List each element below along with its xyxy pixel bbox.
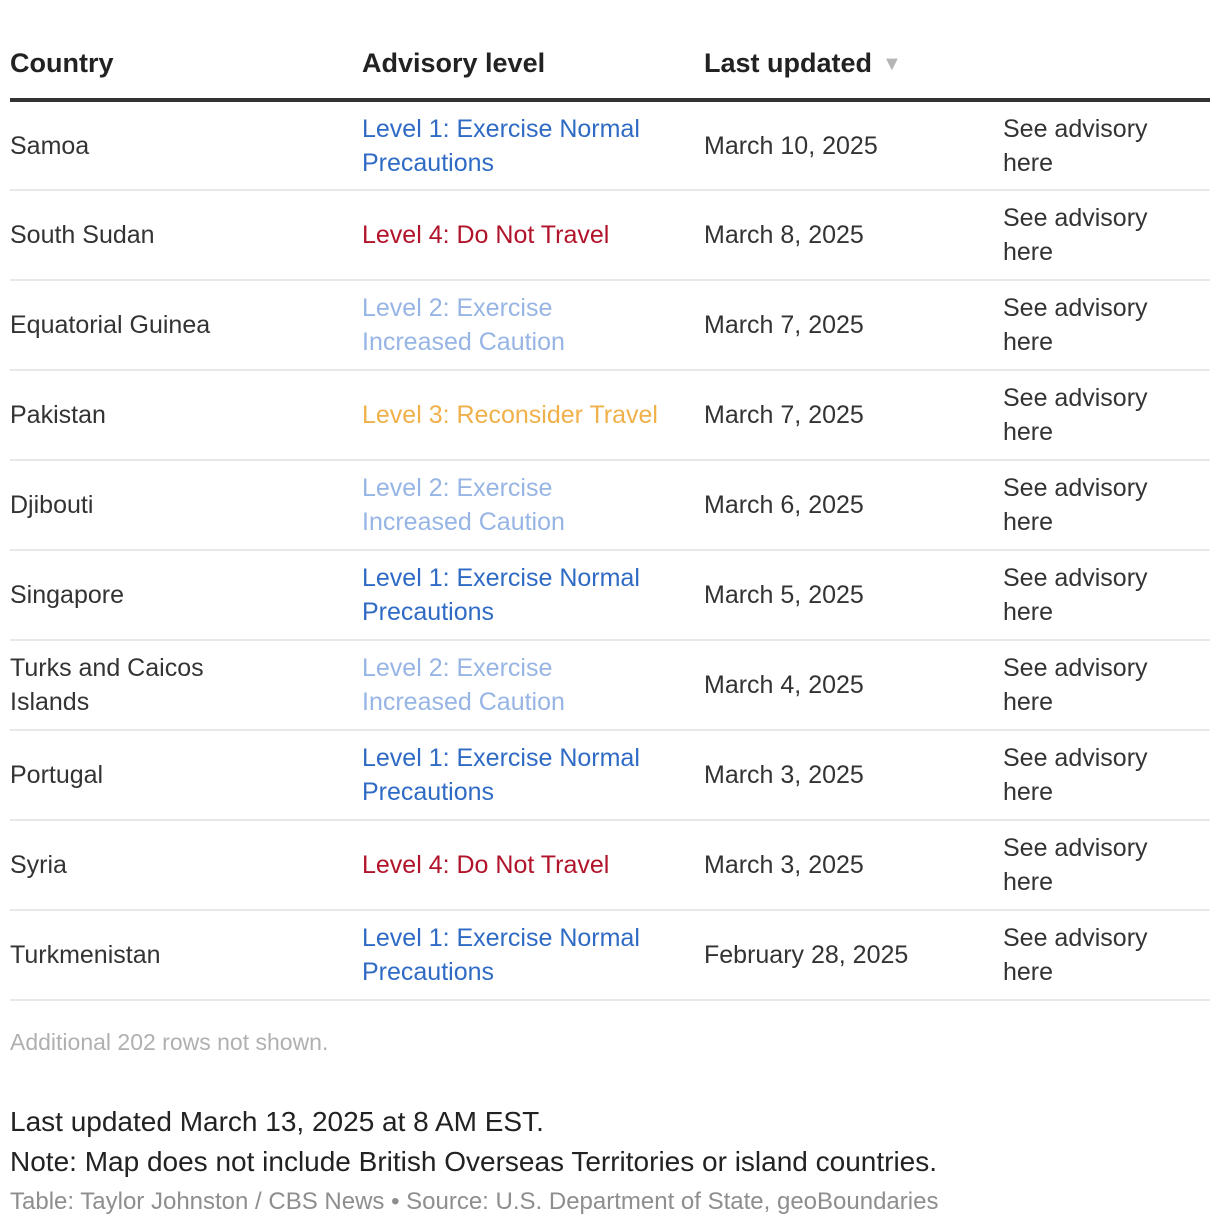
country-cell: Singapore — [10, 550, 362, 641]
header-last-updated[interactable]: Last updated ▼ — [704, 0, 1003, 102]
table-row: Portugal Level 1: Exercise Normal Precaut… — [10, 730, 1210, 821]
advisory-level-cell[interactable]: Level 2: Exercise Increased Caution — [362, 640, 704, 731]
advisory-level-cell[interactable]: Level 1: Exercise Normal Precautions — [362, 730, 704, 821]
see-advisory-link[interactable]: See advisory here — [1003, 280, 1210, 371]
advisory-level-cell[interactable]: Level 2: Exercise Increased Caution — [362, 460, 704, 551]
date-cell: March 3, 2025 — [704, 730, 1003, 821]
table-row: Samoa Level 1: Exercise Normal Precaution… — [10, 100, 1210, 191]
table-header-row: Country Advisory level Last updated ▼ — [10, 0, 1210, 102]
sort-descending-icon[interactable]: ▼ — [882, 53, 902, 75]
table-row: Turkmenistan Level 1: Exercise Normal Pre… — [10, 910, 1210, 1001]
date-cell: March 7, 2025 — [704, 370, 1003, 461]
date-cell: March 6, 2025 — [704, 460, 1003, 551]
table-row: Singapore Level 1: Exercise Normal Precau… — [10, 550, 1210, 641]
advisory-level-cell[interactable]: Level 3: Reconsider Travel — [362, 370, 704, 461]
date-cell: March 8, 2025 — [704, 190, 1003, 281]
see-advisory-link[interactable]: See advisory here — [1003, 820, 1210, 911]
table-row: Syria Level 4: Do Not Travel March 3, 2025… — [10, 820, 1210, 911]
table-row: Djibouti Level 2: Exercise Increased Caut… — [10, 460, 1210, 551]
header-link — [1003, 0, 1210, 102]
source-credit: Table: Taylor Johnston / CBS News • Sour… — [10, 1188, 939, 1215]
country-cell: Turkmenistan — [10, 910, 362, 1001]
date-cell: March 5, 2025 — [704, 550, 1003, 641]
table-body: Samoa Level 1: Exercise Normal Precaution… — [10, 100, 1210, 1001]
date-cell: March 4, 2025 — [704, 640, 1003, 731]
advisory-level-cell[interactable]: Level 4: Do Not Travel — [362, 190, 704, 281]
see-advisory-link[interactable]: See advisory here — [1003, 730, 1210, 821]
see-advisory-link[interactable]: See advisory here — [1003, 910, 1210, 1001]
country-cell: Djibouti — [10, 460, 362, 551]
advisory-table-container: Country Advisory level Last updated ▼ Sam… — [10, 0, 1210, 1216]
table-row: Equatorial Guinea Level 2: Exercise Incre… — [10, 280, 1210, 371]
advisory-level-cell[interactable]: Level 1: Exercise Normal Precautions — [362, 100, 704, 191]
table-row: Pakistan Level 3: Reconsider Travel March … — [10, 370, 1210, 461]
country-cell: Equatorial Guinea — [10, 280, 362, 371]
see-advisory-link[interactable]: See advisory here — [1003, 460, 1210, 551]
country-cell: Pakistan — [10, 370, 362, 461]
country-cell: Portugal — [10, 730, 362, 821]
header-country[interactable]: Country — [10, 0, 362, 102]
header-advisory-level[interactable]: Advisory level — [362, 0, 704, 102]
see-advisory-link[interactable]: See advisory here — [1003, 640, 1210, 731]
date-cell: March 7, 2025 — [704, 280, 1003, 371]
table-row: South Sudan Level 4: Do Not Travel March 8… — [10, 190, 1210, 281]
map-note: Note: Map does not include British Overs… — [10, 1146, 938, 1177]
see-advisory-link[interactable]: See advisory here — [1003, 190, 1210, 281]
date-cell: February 28, 2025 — [704, 910, 1003, 1001]
advisory-level-cell[interactable]: Level 1: Exercise Normal Precautions — [362, 910, 704, 1001]
last-updated-text: Last updated March 13, 2025 at 8 AM EST.… — [10, 1102, 1210, 1182]
last-updated-line: Last updated March 13, 2025 at 8 AM EST. — [10, 1106, 544, 1137]
rows-not-shown-note: Additional 202 rows not shown. — [10, 1029, 329, 1055]
date-cell: March 3, 2025 — [704, 820, 1003, 911]
date-cell: March 10, 2025 — [704, 100, 1003, 191]
advisory-level-cell[interactable]: Level 2: Exercise Increased Caution — [362, 280, 704, 371]
advisory-table: Country Advisory level Last updated ▼ Sam… — [10, 0, 1210, 1001]
country-cell: Samoa — [10, 100, 362, 191]
see-advisory-link[interactable]: See advisory here — [1003, 370, 1210, 461]
country-cell: South Sudan — [10, 190, 362, 281]
see-advisory-link[interactable]: See advisory here — [1003, 100, 1210, 191]
country-cell: Syria — [10, 820, 362, 911]
country-cell: Turks and Caicos Islands — [10, 640, 362, 731]
see-advisory-link[interactable]: See advisory here — [1003, 550, 1210, 641]
table-row: Turks and Caicos Islands Level 2: Exercis… — [10, 640, 1210, 731]
advisory-level-cell[interactable]: Level 4: Do Not Travel — [362, 820, 704, 911]
advisory-level-cell[interactable]: Level 1: Exercise Normal Precautions — [362, 550, 704, 641]
